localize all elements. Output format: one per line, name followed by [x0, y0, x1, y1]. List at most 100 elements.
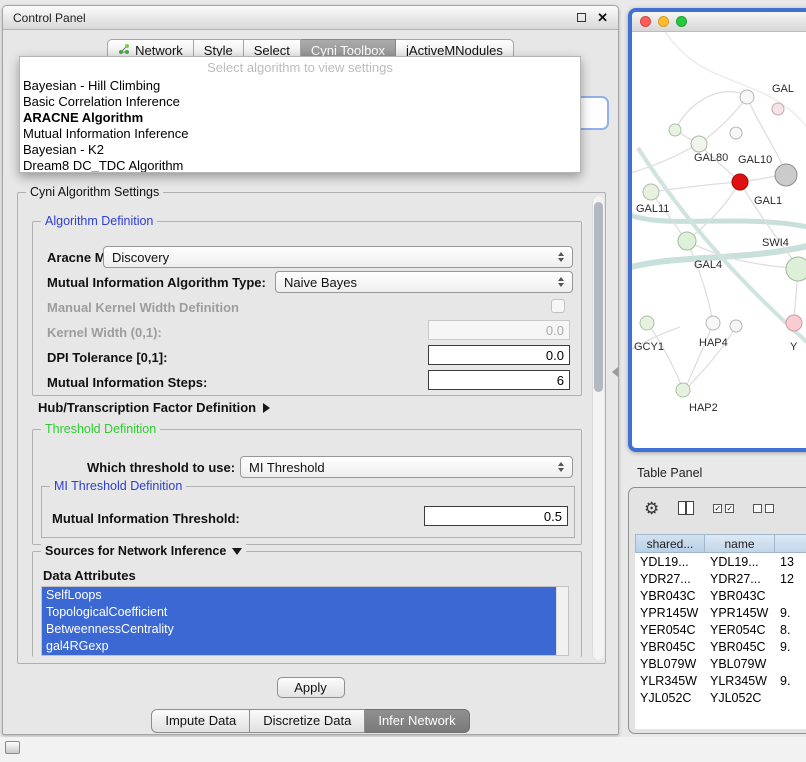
select-all-checkboxes-icon[interactable]: ✓ ✓: [713, 504, 734, 513]
columns-icon[interactable]: [678, 501, 694, 515]
dpi-tolerance-field[interactable]: [428, 345, 570, 365]
control-panel-titlebar[interactable]: Control Panel ✕: [3, 6, 618, 30]
window-title: Control Panel: [13, 11, 577, 25]
table-row[interactable]: YBR045CYBR045C9.: [635, 638, 806, 655]
attribute-item[interactable]: BetweennessCentrality: [42, 621, 556, 638]
table-cell: YER054C: [635, 623, 705, 637]
node-label: GAL1: [754, 195, 782, 207]
data-attributes-list[interactable]: SelfLoopsTopologicalCoefficientBetweenne…: [41, 586, 569, 656]
network-edge[interactable]: [632, 145, 696, 174]
network-edge[interactable]: [675, 92, 745, 130]
column-header[interactable]: shared...: [635, 534, 705, 553]
mi-steps-field[interactable]: [428, 370, 570, 390]
hub-tf-definition-toggle[interactable]: Hub/Transcription Factor Definition: [38, 400, 270, 415]
data-attributes-label: Data Attributes: [43, 568, 136, 583]
close-traffic-light-icon[interactable]: [640, 16, 651, 27]
network-node[interactable]: [676, 383, 690, 397]
node-label: HAP2: [689, 402, 718, 414]
network-node[interactable]: [740, 90, 754, 104]
bottom-tab-impute-data[interactable]: Impute Data: [151, 709, 250, 733]
apply-button[interactable]: Apply: [277, 677, 345, 698]
network-node[interactable]: [775, 164, 797, 186]
network-edge[interactable]: [687, 326, 736, 388]
network-canvas[interactable]: GALGAL80GAL10GAL1GAL11SWI4GAL4GCY1HAP4YH…: [632, 32, 806, 447]
table-cell: YLR345W: [705, 674, 775, 688]
network-node[interactable]: [640, 316, 654, 330]
list-scrollbar[interactable]: [556, 587, 568, 655]
network-edge[interactable]: [687, 241, 713, 322]
network-edge[interactable]: [685, 323, 713, 389]
algorithm-option[interactable]: Dream8 DC_TDC Algorithm: [20, 158, 580, 173]
table-cell: YBL079W: [705, 657, 775, 671]
attribute-item[interactable]: SelfLoops: [42, 587, 556, 604]
which-threshold-value: MI Threshold: [241, 460, 553, 475]
table-cell: YJL052C: [705, 691, 775, 705]
zoom-traffic-light-icon[interactable]: [676, 16, 687, 27]
bottom-tab-discretize-data[interactable]: Discretize Data: [250, 709, 365, 733]
network-node[interactable]: [678, 232, 696, 250]
algorithm-option[interactable]: Bayesian - Hill Climbing: [20, 78, 580, 94]
settings-scrollbar-track[interactable]: [592, 196, 604, 660]
attribute-item[interactable]: TopologicalCoefficient: [42, 604, 556, 621]
algorithm-option[interactable]: Basic Correlation Inference: [20, 94, 580, 110]
updown-arrows-icon: [553, 277, 569, 287]
restore-icon[interactable]: [577, 13, 586, 22]
sources-group: Sources for Network Inference Data Attri…: [32, 551, 582, 657]
table-cell: YPR145W: [635, 606, 705, 620]
network-edge[interactable]: [632, 214, 806, 234]
node-label: Y: [790, 341, 798, 353]
algorithm-option[interactable]: Mutual Information Inference: [20, 126, 580, 142]
network-node[interactable]: [786, 257, 806, 281]
table-row[interactable]: YDL19...YDL19...13: [635, 553, 806, 570]
table-row[interactable]: YLR345WYLR345W9.: [635, 672, 806, 689]
attribute-item[interactable]: gal4RGexp: [42, 638, 556, 655]
mi-type-combobox[interactable]: Naive Bayes: [275, 271, 573, 293]
table-row[interactable]: YDR27...YDR27...12: [635, 570, 806, 587]
table-cell: YLR345W: [635, 674, 705, 688]
network-canvas-svg: GALGAL80GAL10GAL1GAL11SWI4GAL4GCY1HAP4YH…: [632, 32, 806, 452]
network-node[interactable]: [786, 315, 802, 331]
network-node[interactable]: [706, 316, 720, 330]
which-threshold-combobox[interactable]: MI Threshold: [240, 456, 573, 478]
algorithm-option[interactable]: Bayesian - K2: [20, 142, 580, 158]
node-label: GAL4: [694, 259, 722, 271]
network-node[interactable]: [643, 184, 659, 200]
gear-icon[interactable]: ⚙: [644, 500, 659, 517]
close-icon[interactable]: ✕: [597, 11, 608, 24]
network-node[interactable]: [691, 136, 707, 152]
table-cell: YBR045C: [635, 640, 705, 654]
which-threshold-label: Which threshold to use:: [87, 460, 235, 475]
manual-kernel-checkbox[interactable]: [551, 299, 565, 313]
network-edge[interactable]: [651, 192, 686, 240]
network-node[interactable]: [772, 103, 784, 115]
network-node[interactable]: [730, 127, 742, 139]
mi-steps-label: Mutual Information Steps:: [47, 375, 207, 390]
threshold-definition-title: Threshold Definition: [41, 422, 160, 436]
dpi-tolerance-label: DPI Tolerance [0,1]:: [47, 350, 167, 365]
deselect-all-checkboxes-icon[interactable]: [753, 504, 774, 513]
node-label: GAL80: [694, 152, 728, 164]
network-node[interactable]: [730, 320, 742, 332]
settings-group-title: Cyni Algorithm Settings: [26, 185, 163, 199]
network-node[interactable]: [669, 124, 681, 136]
mi-threshold-field[interactable]: [424, 506, 568, 526]
aracne-mode-combobox[interactable]: Discovery: [103, 246, 573, 268]
minimized-window-icon[interactable]: [5, 741, 20, 754]
table-row[interactable]: YBR043CYBR043C: [635, 587, 806, 604]
sources-group-title[interactable]: Sources for Network Inference: [41, 544, 246, 558]
column-header[interactable]: name: [705, 534, 775, 553]
column-header[interactable]: [775, 534, 806, 553]
minimize-traffic-light-icon[interactable]: [658, 16, 669, 27]
bottom-tab-infer-network[interactable]: Infer Network: [365, 709, 469, 733]
network-window-titlebar[interactable]: [632, 12, 806, 32]
table-row[interactable]: YER054CYER054C8.: [635, 621, 806, 638]
table-row[interactable]: YPR145WYPR145W9.: [635, 604, 806, 621]
kernel-width-field[interactable]: [428, 320, 570, 340]
panel-collapse-arrow-icon[interactable]: [612, 367, 618, 377]
table-row[interactable]: YJL052CYJL052C: [635, 689, 806, 706]
network-node[interactable]: [732, 174, 748, 190]
cyni-algorithm-settings-group: Cyni Algorithm Settings Algorithm Defini…: [17, 192, 606, 664]
algorithm-option[interactable]: ARACNE Algorithm: [20, 110, 580, 126]
settings-scrollbar-thumb[interactable]: [594, 202, 603, 392]
table-row[interactable]: YBL079WYBL079W: [635, 655, 806, 672]
